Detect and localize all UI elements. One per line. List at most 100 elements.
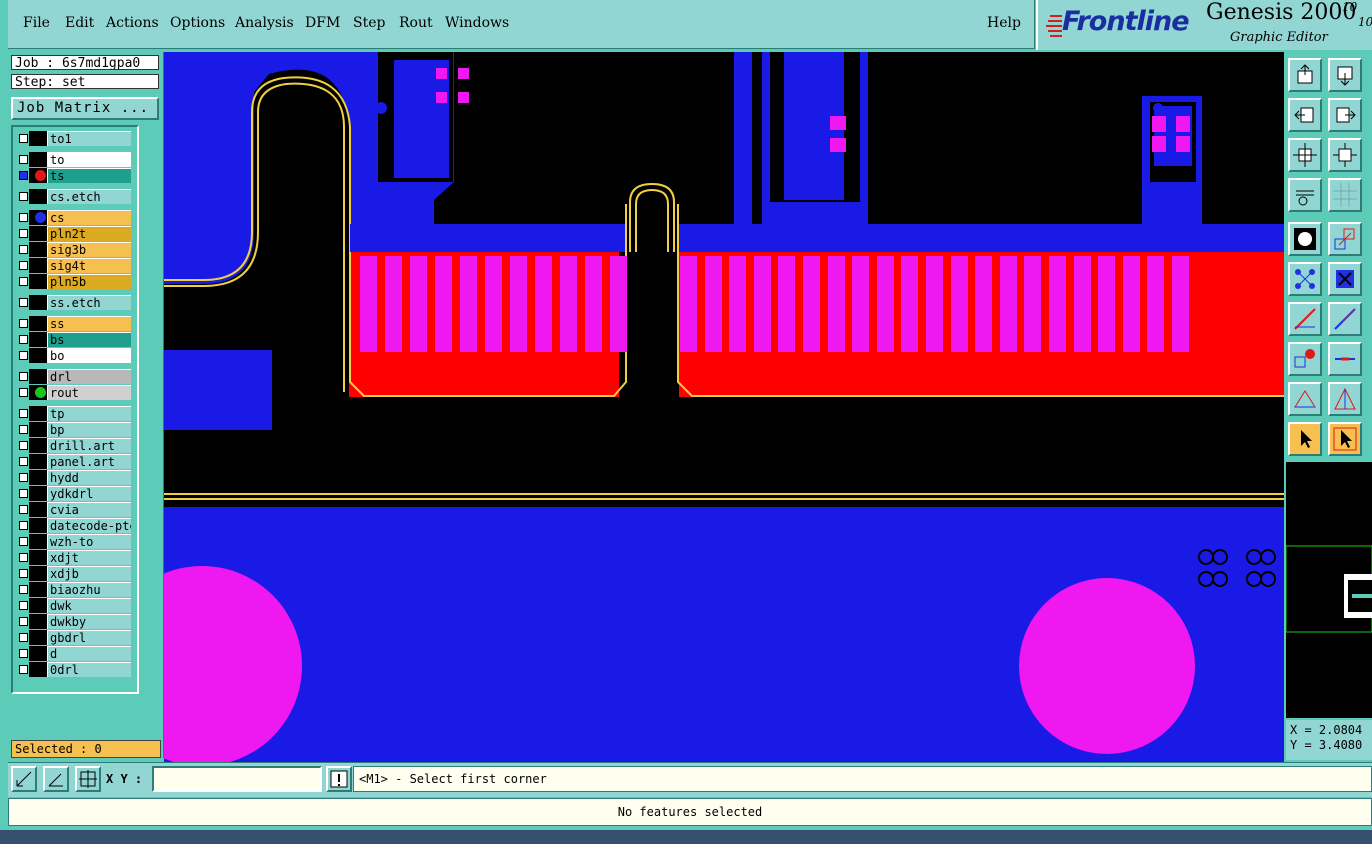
layer-row[interactable]: pln2t [14, 226, 132, 241]
layer-row[interactable]: sig3b [14, 242, 132, 257]
layer-name[interactable]: wzh-to [47, 534, 131, 549]
menu-file[interactable]: File [23, 15, 50, 31]
menu-dfm[interactable]: DFM [305, 15, 340, 31]
layer-name[interactable]: datecode-pte [47, 518, 131, 533]
layer-row[interactable]: drill.art [14, 438, 132, 453]
layer-name[interactable]: ss.etch [47, 295, 131, 310]
layer-checkbox[interactable] [19, 171, 28, 180]
layer-name[interactable]: xdjb [47, 566, 131, 581]
layer-checkbox[interactable] [19, 441, 28, 450]
layer-checkbox[interactable] [19, 155, 28, 164]
layer-name[interactable]: bp [47, 422, 131, 437]
job-matrix-button[interactable]: Job Matrix ... [11, 97, 159, 120]
layer-name[interactable]: cvia [47, 502, 131, 517]
layer-name[interactable]: sig3b [47, 242, 131, 257]
draw-line-icon[interactable] [1288, 302, 1322, 336]
layer-checkbox[interactable] [19, 457, 28, 466]
layer-row[interactable]: cs.etch [14, 189, 132, 204]
layer-checkbox[interactable] [19, 569, 28, 578]
layer-row[interactable]: ss [14, 316, 132, 331]
layer-row[interactable]: 0drl [14, 662, 132, 677]
zoom-fit-icon[interactable] [1288, 138, 1322, 172]
layer-row[interactable]: bs [14, 332, 132, 347]
pcb-drawing[interactable] [164, 52, 1284, 762]
layer-checkbox[interactable] [19, 473, 28, 482]
layer-checkbox[interactable] [19, 319, 28, 328]
layer-name[interactable]: dwk [47, 598, 131, 613]
menu-rout[interactable]: Rout [399, 15, 433, 31]
menu-step[interactable]: Step [353, 15, 385, 31]
angle-icon[interactable] [43, 766, 69, 792]
layer-name[interactable]: ss [47, 316, 131, 331]
layer-checkbox[interactable] [19, 372, 28, 381]
layer-name[interactable]: ts [47, 168, 131, 183]
layer-name[interactable]: xdjt [47, 550, 131, 565]
layer-name[interactable]: to1 [47, 131, 131, 146]
layer-name[interactable]: tp [47, 406, 131, 421]
menu-actions[interactable]: Actions [106, 15, 159, 31]
layer-row[interactable]: ydkdrl [14, 486, 132, 501]
layer-name[interactable]: dwkby [47, 614, 131, 629]
layer-name[interactable]: hydd [47, 470, 131, 485]
layer-row[interactable]: dwkby [14, 614, 132, 629]
add-pad-icon[interactable] [1288, 342, 1322, 376]
connect-icon[interactable] [1288, 262, 1322, 296]
layer-row[interactable]: xdjt [14, 550, 132, 565]
layer-row[interactable]: tp [14, 406, 132, 421]
overview-map[interactable] [1285, 462, 1372, 718]
layer-name[interactable]: cs.etch [47, 189, 131, 204]
layer-checkbox[interactable] [19, 425, 28, 434]
layer-name[interactable]: drl [47, 369, 131, 384]
layer-row[interactable]: bo [14, 348, 132, 363]
layer-row[interactable]: to1 [14, 131, 132, 146]
layer-row[interactable]: datecode-pte [14, 518, 132, 533]
layer-row[interactable]: biaozhu [14, 582, 132, 597]
move-down-icon[interactable] [1328, 58, 1362, 92]
layer-checkbox[interactable] [19, 553, 28, 562]
menu-analysis[interactable]: Analysis [235, 15, 294, 31]
layer-row[interactable]: panel.art [14, 454, 132, 469]
layer-name[interactable]: 0drl [47, 662, 131, 677]
move-left-icon[interactable] [1288, 98, 1322, 132]
layer-checkbox[interactable] [19, 601, 28, 610]
layer-row[interactable]: bp [14, 422, 132, 437]
layer-row[interactable]: xdjb [14, 566, 132, 581]
layer-name[interactable]: panel.art [47, 454, 131, 469]
layer-checkbox[interactable] [19, 192, 28, 201]
layer-name[interactable]: ydkdrl [47, 486, 131, 501]
split-icon[interactable] [1328, 342, 1362, 376]
layer-row[interactable]: rout [14, 385, 132, 400]
layer-row[interactable]: cs [14, 210, 132, 225]
layer-name[interactable]: pln5b [47, 274, 131, 289]
layer-row[interactable]: pln5b [14, 274, 132, 289]
layer-row[interactable]: gbdrl [14, 630, 132, 645]
edit-line-icon[interactable] [1328, 302, 1362, 336]
layer-checkbox[interactable] [19, 617, 28, 626]
layer-checkbox[interactable] [19, 335, 28, 344]
layer-checkbox[interactable] [19, 213, 28, 222]
graphic-canvas[interactable] [164, 52, 1284, 762]
menu-edit[interactable]: Edit [65, 15, 94, 31]
layer-row[interactable]: sig4t [14, 258, 132, 273]
layer-name[interactable]: drill.art [47, 438, 131, 453]
layer-checkbox[interactable] [19, 665, 28, 674]
crosshair-icon[interactable] [75, 766, 101, 792]
layer-name[interactable]: biaozhu [47, 582, 131, 597]
layer-checkbox[interactable] [19, 245, 28, 254]
layer-row[interactable]: d [14, 646, 132, 661]
layer-row[interactable]: drl [14, 369, 132, 384]
layer-checkbox[interactable] [19, 261, 28, 270]
layer-row[interactable]: hydd [14, 470, 132, 485]
menu-options[interactable]: Options [170, 15, 225, 31]
layer-checkbox[interactable] [19, 277, 28, 286]
layer-name[interactable]: sig4t [47, 258, 131, 273]
xy-input[interactable] [152, 766, 322, 792]
measure-angle-icon[interactable] [1328, 382, 1362, 416]
pointer-select-icon[interactable] [1328, 422, 1362, 456]
layer-checkbox[interactable] [19, 633, 28, 642]
layer-row[interactable]: ss.etch [14, 295, 132, 310]
layer-checkbox[interactable] [19, 505, 28, 514]
move-up-icon[interactable] [1288, 58, 1322, 92]
menu-windows[interactable]: Windows [445, 15, 509, 31]
layer-checkbox[interactable] [19, 649, 28, 658]
